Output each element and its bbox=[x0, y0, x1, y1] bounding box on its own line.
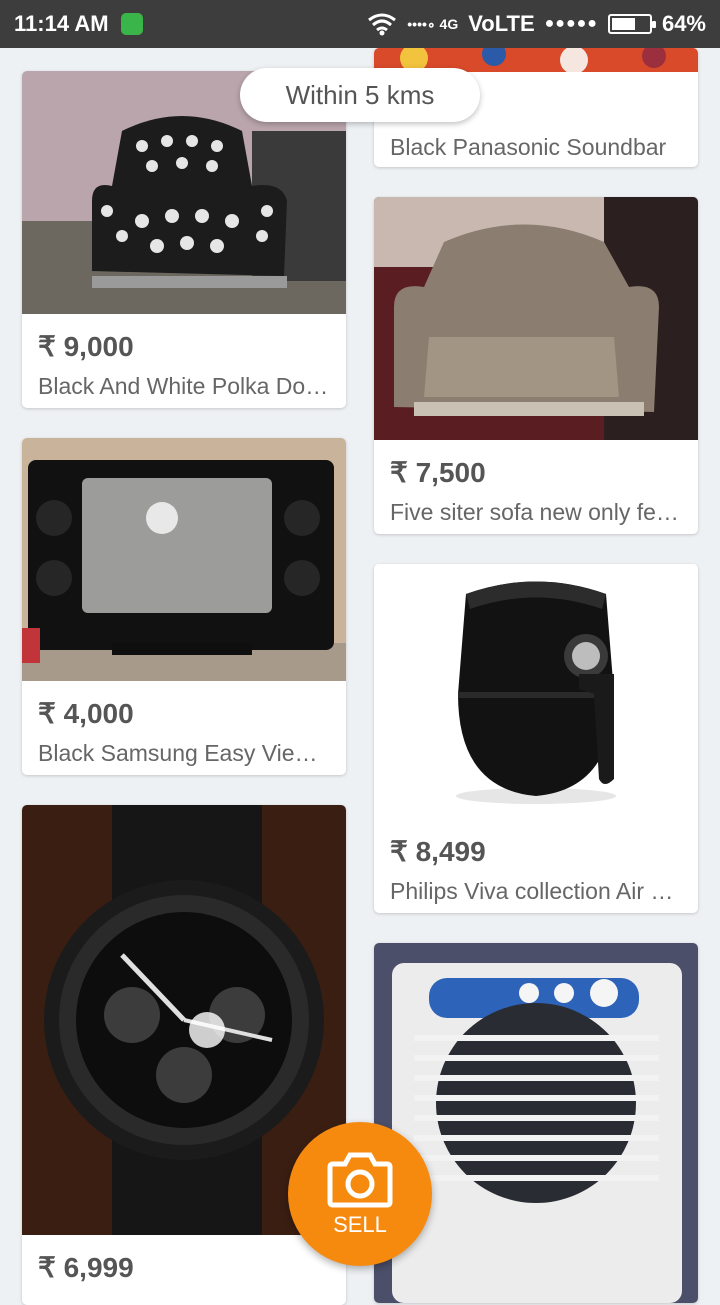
listing-card[interactable]: ₹ 8,499 Philips Viva collection Air Frye… bbox=[374, 564, 698, 913]
camera-icon bbox=[327, 1152, 393, 1208]
listing-image bbox=[374, 197, 698, 440]
wifi-icon bbox=[368, 13, 397, 36]
battery-icon bbox=[607, 14, 656, 34]
listing-title: Black And White Polka Dot Sofa bbox=[38, 373, 330, 399]
distance-filter-pill[interactable]: Within 5 kms bbox=[240, 68, 480, 122]
status-bar: 11:14 AM ••••∘ 4G VoLTE ●●●●● 64% bbox=[0, 0, 720, 48]
battery-percent: 64% bbox=[661, 11, 706, 36]
network-type: VoLTE bbox=[468, 11, 535, 36]
listing-image bbox=[22, 438, 346, 681]
listing-title: Five siter sofa new only few days bbox=[390, 499, 682, 525]
listing-title: Black Samsung Easy View TV bbox=[38, 740, 330, 766]
listing-price: ₹ 6,999 bbox=[38, 1252, 134, 1283]
listing-price: ₹ 7,500 bbox=[390, 457, 486, 488]
distance-filter-label: Within 5 kms bbox=[285, 79, 435, 110]
listing-card[interactable]: ₹ 7,500 Five siter sofa new only few day… bbox=[374, 197, 698, 534]
app-notification-icon bbox=[120, 13, 143, 35]
sell-label: SELL bbox=[333, 1212, 387, 1237]
listing-card[interactable] bbox=[374, 943, 698, 1303]
tv-photo bbox=[22, 438, 346, 681]
listing-image bbox=[374, 943, 698, 1303]
signal-text: ••••∘ 4G bbox=[407, 15, 459, 32]
sofa-photo bbox=[374, 197, 698, 440]
listing-image bbox=[374, 564, 698, 819]
status-time: 11:14 AM bbox=[14, 11, 109, 36]
air-fryer-photo bbox=[374, 564, 698, 819]
signal-dots: ●●●●● bbox=[544, 15, 598, 32]
listing-price: ₹ 9,000 bbox=[38, 331, 134, 362]
air-cooler-photo bbox=[374, 943, 698, 1303]
listing-title: Philips Viva collection Air Fryer bbox=[390, 878, 682, 904]
listing-title: Black Panasonic Soundbar bbox=[390, 134, 667, 160]
listing-price: ₹ 8,499 bbox=[390, 836, 486, 867]
listing-card[interactable]: ₹ 4,000 Black Samsung Easy View TV bbox=[22, 438, 346, 775]
sell-button[interactable]: SELL bbox=[288, 1122, 432, 1266]
listing-price: ₹ 4,000 bbox=[38, 698, 134, 729]
